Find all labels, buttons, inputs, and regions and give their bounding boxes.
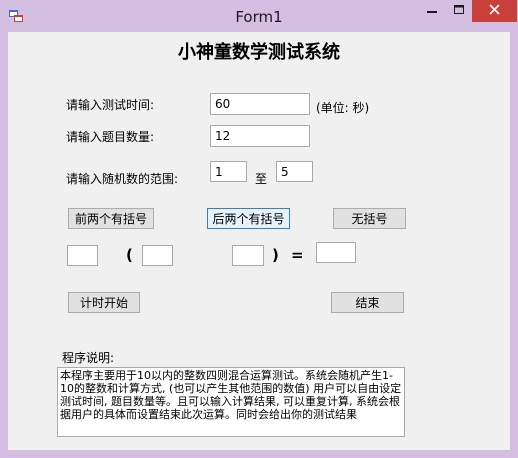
result-input[interactable] — [316, 242, 356, 263]
minimize-button[interactable] — [418, 0, 446, 22]
unit-label: (单位: 秒) — [316, 101, 370, 115]
operand-1-input[interactable] — [67, 245, 98, 266]
question-count-label: 请输入题目数量: — [66, 130, 155, 144]
close-icon — [489, 4, 500, 18]
test-time-label: 请输入测试时间: — [66, 98, 155, 112]
no-brackets-button[interactable]: 无括号 — [333, 208, 406, 229]
operand-2-input[interactable] — [142, 245, 173, 266]
range-min-input[interactable]: 1 — [210, 161, 247, 182]
back-brackets-button[interactable]: 后两个有括号 — [207, 208, 290, 229]
test-time-input[interactable]: 60 — [210, 93, 310, 115]
start-timer-button[interactable]: 计时开始 — [68, 292, 140, 313]
open-paren: ( — [126, 246, 133, 264]
maximize-button[interactable] — [445, 0, 473, 22]
front-brackets-button[interactable]: 前两个有括号 — [68, 208, 154, 229]
range-max-input[interactable]: 5 — [276, 161, 313, 182]
form1-window: Form1 小神童数学测试系统 请输入测试时间: 60 (单位: 秒) 请输入题… — [0, 0, 518, 458]
description-textbox[interactable]: 本程序主要用于10以内的整数四则混合运算测试。系统会随机产生1-10的整数和计算… — [57, 367, 405, 437]
close-button[interactable] — [472, 0, 517, 22]
operand-3-input[interactable] — [232, 245, 264, 266]
maximize-icon — [454, 4, 464, 18]
random-range-label: 请输入随机数的范围: — [66, 172, 179, 186]
title-bar[interactable]: Form1 — [0, 0, 518, 32]
equals-sign: = — [291, 246, 304, 264]
form-client-area: 小神童数学测试系统 请输入测试时间: 60 (单位: 秒) 请输入题目数量: 1… — [8, 32, 510, 450]
question-count-input[interactable]: 12 — [210, 125, 310, 147]
description-label: 程序说明: — [62, 351, 115, 365]
range-to-label: 至 — [255, 172, 268, 186]
minimize-icon — [427, 4, 437, 18]
app-heading: 小神童数学测试系统 — [178, 42, 340, 63]
end-button[interactable]: 结束 — [331, 292, 404, 313]
close-paren: ) — [272, 246, 279, 264]
